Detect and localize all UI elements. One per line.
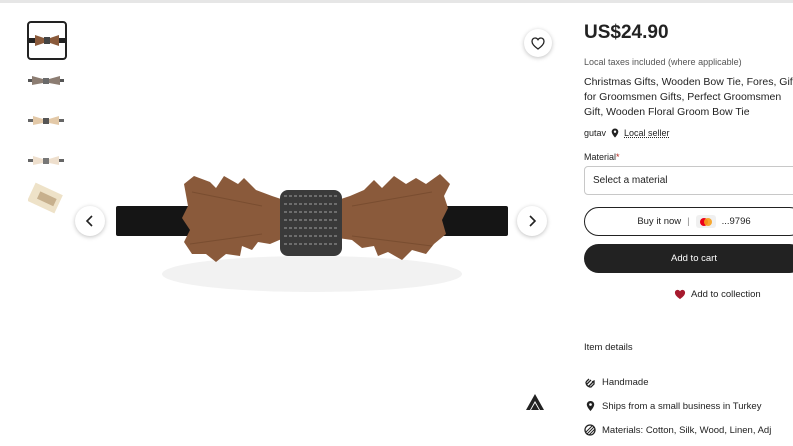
material-label: Material* <box>584 152 620 162</box>
add-to-collection-button[interactable]: Add to collection <box>674 289 761 300</box>
buy-now-label: Buy it now <box>637 216 682 227</box>
heart-filled-icon <box>674 289 686 300</box>
detail-ships-from: Ships from a small business in Turkey <box>584 400 761 412</box>
required-mark: * <box>616 152 620 162</box>
chevron-right-icon <box>529 215 537 227</box>
detail-text: Materials: Cotton, Silk, Wood, Linen, Ad… <box>602 424 772 436</box>
buy-it-now-button[interactable]: Buy it now | ...9796 <box>584 207 793 236</box>
thumbnail-3[interactable] <box>28 102 64 138</box>
mastercard-icon <box>695 215 716 228</box>
thumbnail-1[interactable] <box>27 21 67 60</box>
packaging-thumbnail-icon <box>28 182 63 214</box>
mastercard-logo-icon <box>699 217 712 226</box>
bow-tie-thumbnail-icon <box>29 35 65 46</box>
detail-materials: Materials: Cotton, Silk, Wood, Linen, Ad… <box>584 424 771 436</box>
product-title: Christmas Gifts, Wooden Bow Tie, Fores, … <box>584 76 793 118</box>
location-pin-icon <box>611 128 619 138</box>
bow-tie-thumbnail-icon <box>28 116 64 125</box>
product-price: US$24.90 <box>584 22 669 43</box>
location-pin-icon <box>584 400 596 412</box>
local-seller-link[interactable]: Local seller <box>624 128 670 138</box>
bow-tie-image <box>116 174 508 292</box>
heart-outline-icon <box>531 36 545 50</box>
brand-logo-icon[interactable] <box>525 393 545 411</box>
card-last4: ...9796 <box>721 216 751 227</box>
thumbnail-4[interactable] <box>28 142 64 178</box>
tax-note: Local taxes included (where applicable) <box>584 57 742 67</box>
material-select[interactable]: Select a material <box>584 166 793 195</box>
shop-name[interactable]: gutav <box>584 128 606 138</box>
add-to-collection-label: Add to collection <box>691 289 761 300</box>
next-image-button[interactable] <box>517 206 547 236</box>
top-divider <box>0 0 793 3</box>
materials-icon <box>584 424 596 436</box>
add-to-cart-button[interactable]: Add to cart <box>584 244 793 273</box>
divider: | <box>687 216 690 227</box>
hand-icon <box>584 376 596 388</box>
thumbnail-5[interactable] <box>28 182 64 218</box>
main-product-image <box>112 24 512 436</box>
detail-handmade: Handmade <box>584 376 648 388</box>
detail-text: Handmade <box>602 376 649 388</box>
chevron-left-icon <box>85 215 93 227</box>
favorite-button[interactable] <box>524 29 552 57</box>
bow-tie-thumbnail-icon <box>28 76 64 85</box>
bow-tie-thumbnail-icon <box>28 156 64 165</box>
material-select-value: Select a material <box>593 175 668 186</box>
detail-text: Ships from a small business in Turkey <box>602 400 762 412</box>
item-details-header[interactable]: Item details <box>584 342 633 353</box>
thumbnail-2[interactable] <box>28 63 64 99</box>
shop-info: gutav Local seller <box>584 128 670 138</box>
previous-image-button[interactable] <box>75 206 105 236</box>
material-label-text: Material <box>584 152 617 162</box>
